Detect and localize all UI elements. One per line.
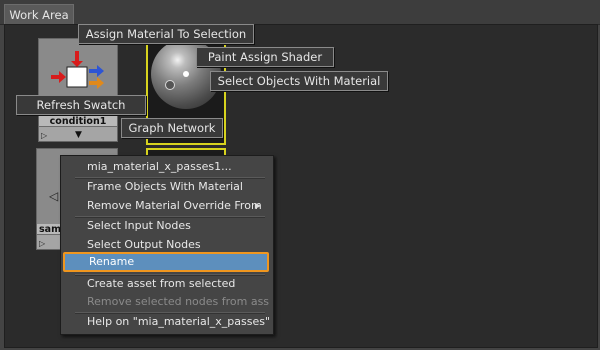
condition-node[interactable]: condition1 ▷ ▼ bbox=[38, 38, 118, 142]
menu-item-rename[interactable]: Rename bbox=[63, 252, 269, 272]
menu-header-material-name: mia_material_x_passes1... bbox=[87, 160, 232, 173]
submenu-arrow-icon: ▶ bbox=[254, 201, 261, 210]
condition-node-footer: ▷ ▼ bbox=[39, 126, 117, 141]
menu-item-frame-objects[interactable]: Frame Objects With Material bbox=[63, 178, 269, 196]
sampler-arrow-icon: ◁ bbox=[49, 189, 59, 203]
menu-item-create-asset[interactable]: Create asset from selected bbox=[63, 275, 269, 293]
assign-material-button[interactable]: Assign Material To Selection bbox=[78, 24, 254, 44]
menu-item-select-input-nodes[interactable]: Select Input Nodes bbox=[63, 217, 269, 235]
play-icon[interactable]: ▷ bbox=[39, 239, 45, 248]
play-icon[interactable]: ▷ bbox=[41, 131, 47, 140]
menu-item-remove-material-override[interactable]: Remove Material Override From ▶ bbox=[63, 197, 269, 215]
paint-assign-shader-button[interactable]: Paint Assign Shader bbox=[196, 47, 334, 67]
sphere-highlight bbox=[183, 71, 189, 77]
menu-item-remove-material-override-label: Remove Material Override From bbox=[87, 199, 262, 212]
menu-item-remove-nodes-from-asset: Remove selected nodes from asset bbox=[87, 295, 269, 308]
tab-bar: Work Area bbox=[0, 0, 600, 25]
tab-work-area[interactable]: Work Area bbox=[4, 4, 74, 25]
context-menu: mia_material_x_passes1... Frame Objects … bbox=[60, 155, 274, 335]
graph-network-button[interactable]: Graph Network bbox=[121, 118, 223, 138]
select-objects-with-material-button[interactable]: Select Objects With Material bbox=[210, 71, 388, 91]
refresh-swatch-button[interactable]: Refresh Swatch bbox=[16, 95, 146, 115]
triangle-icon[interactable]: ▼ bbox=[75, 130, 82, 140]
marking-menu-center-icon bbox=[165, 80, 175, 90]
menu-item-help[interactable]: Help on "mia_material_x_passes" bbox=[63, 313, 269, 331]
